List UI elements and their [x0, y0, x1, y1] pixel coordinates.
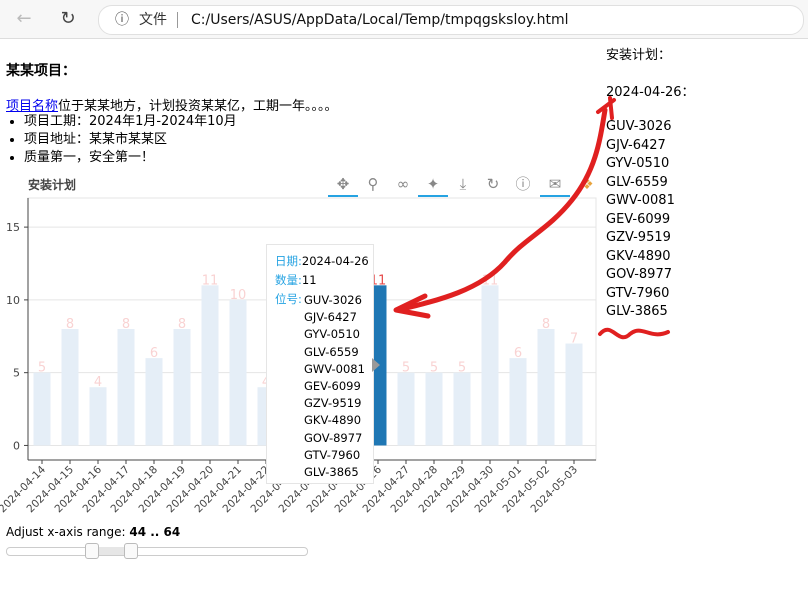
- y-axis: 0 5 10 15: [6, 198, 29, 460]
- tooltip-codes: GUV-3026 GJV-6427 GYV-0510 GLV-6559 GWV-…: [304, 292, 365, 481]
- bar: [145, 358, 163, 446]
- tooltip-code: GYV-0510: [304, 327, 360, 342]
- range-slider-track[interactable]: [6, 547, 308, 556]
- bar-value-label: 6: [150, 346, 158, 361]
- tooltip-codes-label: 位号:: [275, 292, 302, 306]
- bar: [565, 343, 583, 446]
- panel-code: GEV-6099: [606, 211, 671, 227]
- tooltip-code: GTV-7960: [304, 447, 361, 462]
- tooltip-code: GLV-6559: [304, 344, 359, 359]
- panel-code: GZV-9519: [606, 230, 671, 245]
- slider-value: 44 .. 64: [129, 525, 181, 539]
- bar: [481, 285, 499, 446]
- tooltip-code: GZV-9519: [304, 396, 362, 411]
- panel-code: GTV-7960: [606, 285, 670, 301]
- bar: [201, 285, 219, 446]
- bar-value-label: 8: [178, 317, 186, 332]
- y-tick-label: 15: [6, 221, 20, 234]
- panel-code: GOV-8977: [606, 267, 672, 282]
- slider-label-text: Adjust x-axis range:: [6, 525, 130, 539]
- tooltip-code: GLV-3865: [304, 464, 359, 479]
- tooltip-code: GWV-0081: [304, 361, 365, 376]
- bar-value-label: 5: [402, 361, 410, 376]
- panel-code: GYV-0510: [606, 156, 670, 171]
- bar: [61, 329, 79, 446]
- bar-value-label: 5: [458, 361, 466, 376]
- range-slider-end-handle[interactable]: [124, 543, 138, 559]
- tooltip-code: GOV-8977: [304, 430, 363, 445]
- tooltip-code: GEV-6099: [304, 378, 361, 393]
- tooltip-count-label: 数量:: [275, 273, 302, 287]
- bar: [117, 329, 135, 446]
- panel-title: 安装计划：: [606, 48, 672, 63]
- hover-tooltip: 日期:2024-04-26 数量:11 位号: GUV-3026 GJV-642…: [266, 244, 374, 484]
- tooltip-count-value: 11: [301, 273, 317, 287]
- annotation-squiggle: [598, 327, 670, 340]
- bar: [397, 372, 415, 446]
- bar-value-label: 6: [514, 346, 522, 361]
- panel-code: GLV-3865: [606, 304, 668, 319]
- bar: [425, 372, 443, 446]
- panel-code: GLV-6559: [606, 174, 668, 190]
- panel-date: 2024-04-26：: [606, 85, 695, 100]
- panel-codes: GUV-3026 GJV-6427 GYV-0510 GLV-6559 GWV-…: [606, 118, 675, 322]
- bar-value-label: 5: [38, 361, 46, 376]
- range-slider-start-handle[interactable]: [85, 543, 99, 559]
- tooltip-date-value: 2024-04-26: [301, 254, 369, 268]
- bar-value-label: 5: [430, 361, 438, 376]
- bar-value-label: 11: [202, 273, 219, 288]
- bar-value-label: 4: [94, 375, 102, 390]
- tooltip-code: GJV-6427: [304, 310, 357, 325]
- bar: [453, 372, 471, 446]
- bar: [33, 372, 51, 446]
- y-tick-label: 0: [13, 439, 20, 452]
- bar-value-label: 8: [122, 317, 130, 332]
- panel-code: GUV-3026: [606, 119, 672, 134]
- bar: [89, 387, 107, 446]
- tooltip-code: GUV-3026: [304, 293, 362, 307]
- tooltip-pointer: [372, 358, 380, 372]
- bar: [509, 358, 527, 446]
- panel-code: GWV-0081: [606, 193, 675, 208]
- y-tick-label: 10: [6, 294, 20, 307]
- y-tick-label: 5: [13, 367, 20, 380]
- bar-value-label: 8: [66, 317, 74, 332]
- bar-value-label: 10: [230, 288, 247, 303]
- tooltip-date-label: 日期:: [275, 254, 302, 268]
- tooltip-code: GKV-4890: [304, 413, 362, 428]
- panel-code: GKV-4890: [606, 248, 671, 264]
- slider-label: Adjust x-axis range: 44 .. 64: [6, 525, 180, 539]
- panel-code: GJV-6427: [606, 137, 666, 153]
- bar-value-label: 7: [570, 332, 578, 347]
- annotation-arrow-line: [395, 107, 608, 313]
- bar-value-label: 8: [542, 317, 550, 332]
- bar: [537, 329, 555, 446]
- bar: [229, 299, 247, 446]
- bar: [173, 329, 191, 446]
